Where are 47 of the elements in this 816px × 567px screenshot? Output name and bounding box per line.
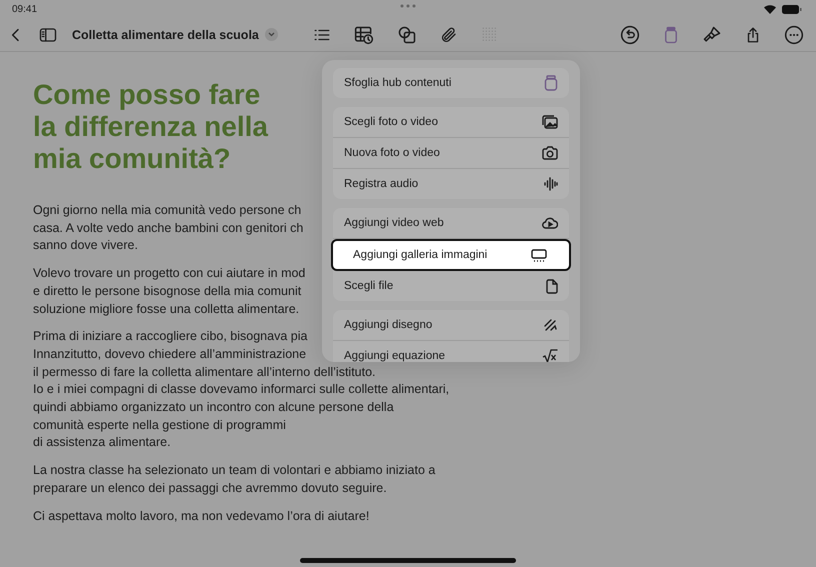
menu-item[interactable]: Sfoglia hub contenuti <box>333 68 569 98</box>
chevron-down-icon[interactable] <box>264 28 278 41</box>
menu-item[interactable]: Scegli file <box>333 271 569 301</box>
wifi-icon <box>764 4 776 14</box>
body-text-line: quindi abbiamo organizzato un incontro con alcune persone della <box>33 399 394 416</box>
body-text-line: sanno dove vivere. <box>33 237 138 254</box>
body-text-line: di assistenza alimentare. <box>33 434 171 452</box>
shapes-icon[interactable] <box>397 24 417 44</box>
body-text-line: Prima di iniziare a raccogliere cibo, bisognava pia <box>33 328 308 346</box>
document-icon <box>546 278 558 294</box>
body-text-line: casa. A volte vedo anche bambini con genitori ch <box>33 220 304 237</box>
menu-item[interactable]: Aggiungi equazione <box>333 341 569 362</box>
status-time: 09:41 <box>12 4 38 14</box>
body-text-line: comunità esperte nella gestione di programmi <box>33 416 286 434</box>
body-text-line: preparare un elenco dei passaggi che avremmo dovuto seguire. <box>33 480 387 497</box>
sidebar-icon[interactable] <box>38 26 58 44</box>
body-text-line: il permesso di fare la colletta alimentare all’interno dell’istituto. <box>33 364 376 381</box>
paperclip-icon[interactable] <box>440 24 458 44</box>
undo-icon[interactable] <box>620 24 640 44</box>
body-text-line: Volevo trovare un progetto con cui aiutare in mod <box>33 265 306 282</box>
gallery-icon <box>531 248 547 262</box>
jar-icon <box>544 75 558 91</box>
menu-item[interactable]: Scegli foto o video <box>333 107 569 138</box>
square-root-icon <box>542 349 558 362</box>
document-heading: Come posso fare la differenza nella mia comunità? <box>33 79 268 175</box>
camera-icon <box>542 146 558 160</box>
scribble-icon <box>544 318 558 332</box>
cloud-play-icon <box>542 217 558 229</box>
body-text-line: Ogni giorno nella mia comunità vedo persone ch <box>33 202 302 219</box>
body-text-line: Ci aspettava molto lavoro, ma non vedevamo l’ora di aiutare! <box>33 508 370 525</box>
body-text-line: e diretto le persone bisognose della mia comunit <box>33 282 302 300</box>
menu-item[interactable]: Aggiungi disegno <box>333 310 569 341</box>
battery-icon <box>782 4 802 14</box>
table-clock-icon[interactable] <box>354 24 374 44</box>
menu-item[interactable]: Aggiungi galleria immagini <box>331 239 571 271</box>
menu-item[interactable]: Nuova foto o video <box>333 138 569 169</box>
body-text-line: Io e i miei compagni di classe dovevamo informarci sulle collette alimentari, <box>33 381 450 398</box>
body-text-line: La nostra classe ha selezionato un team di volontari e abbiamo iniziato a <box>33 462 436 480</box>
waveform-icon <box>544 177 558 191</box>
menu-item[interactable]: Registra audio <box>333 169 569 199</box>
body-text-line: soluzione migliore fosse una colletta alimentare. <box>33 300 300 318</box>
paintbrush-icon[interactable] <box>702 24 722 44</box>
photos-icon <box>542 115 558 129</box>
body-text-line: Innanzitutto, dovevo chiedere all’amministrazione <box>33 346 306 363</box>
more-icon[interactable] <box>784 24 804 44</box>
document-title[interactable]: Colletta alimentare della scuola <box>72 28 259 42</box>
dot-grid-icon[interactable] <box>481 26 499 44</box>
